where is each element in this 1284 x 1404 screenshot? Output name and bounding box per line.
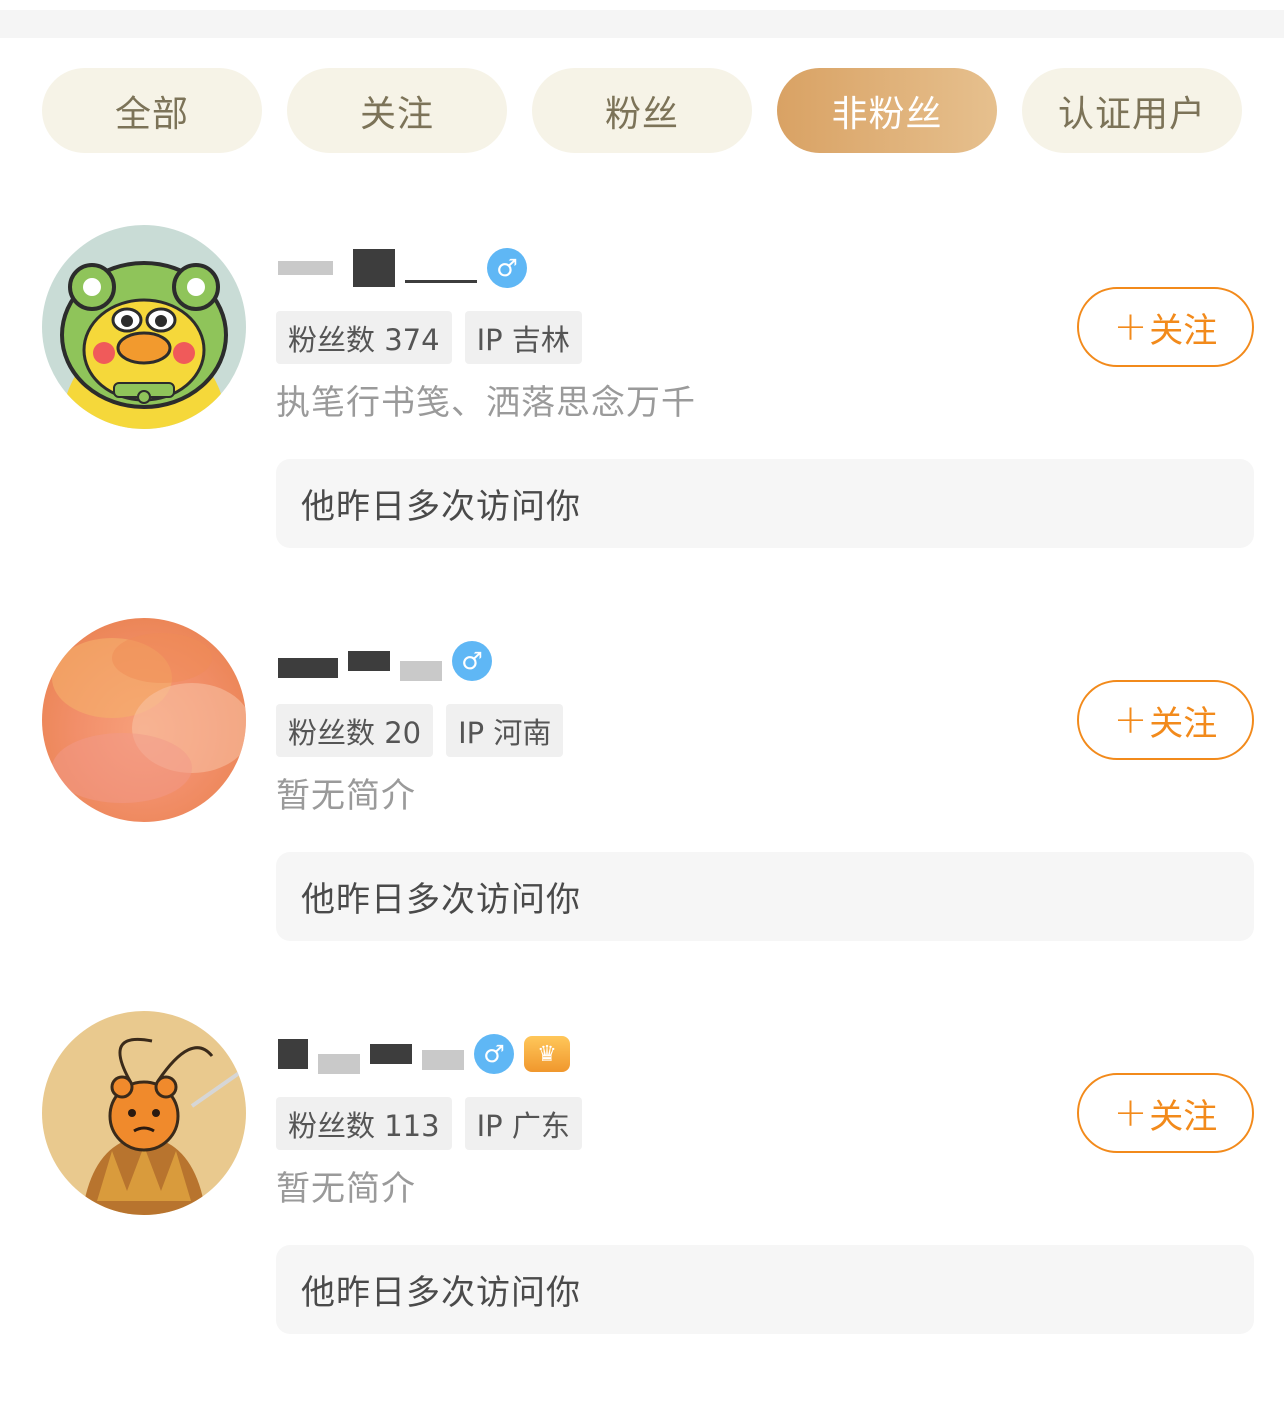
tab-all[interactable]: 全部	[42, 68, 262, 153]
filter-tabs: 全部 关注 粉丝 非粉丝 认证用户	[42, 68, 1242, 153]
plus-icon: +	[1113, 697, 1148, 743]
avatar[interactable]	[42, 618, 246, 822]
user-bio: 暂无简介	[276, 1169, 416, 1209]
follow-button[interactable]: + 关注	[1077, 1073, 1254, 1153]
username-obscured[interactable]: ♂	[278, 243, 527, 293]
frog-duck-avatar-icon	[42, 225, 246, 429]
follow-label: 关注	[1149, 1096, 1218, 1137]
vip-crown-icon: ♛	[524, 1036, 570, 1072]
list-item: ♂ 粉丝数 374 IP 吉林 执笔行书笺、洒落思念万千 + 关注 他昨日多次访…	[0, 225, 1284, 618]
tab-non-fans[interactable]: 非粉丝	[777, 68, 997, 153]
male-icon: ♂	[452, 641, 492, 681]
avatar[interactable]	[42, 225, 246, 429]
plus-icon: +	[1113, 304, 1148, 350]
ip-location-badge: IP 吉林	[464, 311, 582, 364]
username-obscured[interactable]: ♂ ♛	[278, 1029, 570, 1079]
fans-count-badge: 粉丝数 113	[276, 1097, 452, 1150]
fans-count-badge: 粉丝数 374	[276, 311, 452, 364]
monkey-king-avatar-icon	[42, 1011, 246, 1215]
follow-label: 关注	[1149, 703, 1218, 744]
avatar[interactable]	[42, 1011, 246, 1215]
male-icon: ♂	[487, 248, 527, 288]
username-obscured[interactable]: ♂	[278, 636, 492, 686]
ip-location-badge: IP 河南	[446, 704, 564, 757]
male-icon: ♂	[474, 1034, 514, 1074]
plus-icon: +	[1113, 1090, 1148, 1136]
list-item: ♂ 粉丝数 20 IP 河南 暂无简介 + 关注 他昨日多次访问你	[0, 618, 1284, 1011]
watercolor-avatar-icon	[42, 618, 246, 822]
visit-notice[interactable]: 他昨日多次访问你	[276, 1245, 1254, 1334]
top-divider	[0, 0, 1284, 38]
user-bio: 执笔行书笺、洒落思念万千	[276, 383, 696, 423]
follow-button[interactable]: + 关注	[1077, 287, 1254, 367]
visit-notice[interactable]: 他昨日多次访问你	[276, 459, 1254, 548]
user-bio: 暂无简介	[276, 776, 416, 816]
list-item: ♂ ♛ 粉丝数 113 IP 广东 暂无简介 + 关注 他昨日多次访问你	[0, 1011, 1284, 1404]
visit-notice[interactable]: 他昨日多次访问你	[276, 852, 1254, 941]
follow-button[interactable]: + 关注	[1077, 680, 1254, 760]
follow-label: 关注	[1149, 310, 1218, 351]
tab-fans[interactable]: 粉丝	[532, 68, 752, 153]
ip-location-badge: IP 广东	[464, 1097, 582, 1150]
tab-verified[interactable]: 认证用户	[1022, 68, 1242, 153]
tab-following[interactable]: 关注	[287, 68, 507, 153]
fans-count-badge: 粉丝数 20	[276, 704, 434, 757]
